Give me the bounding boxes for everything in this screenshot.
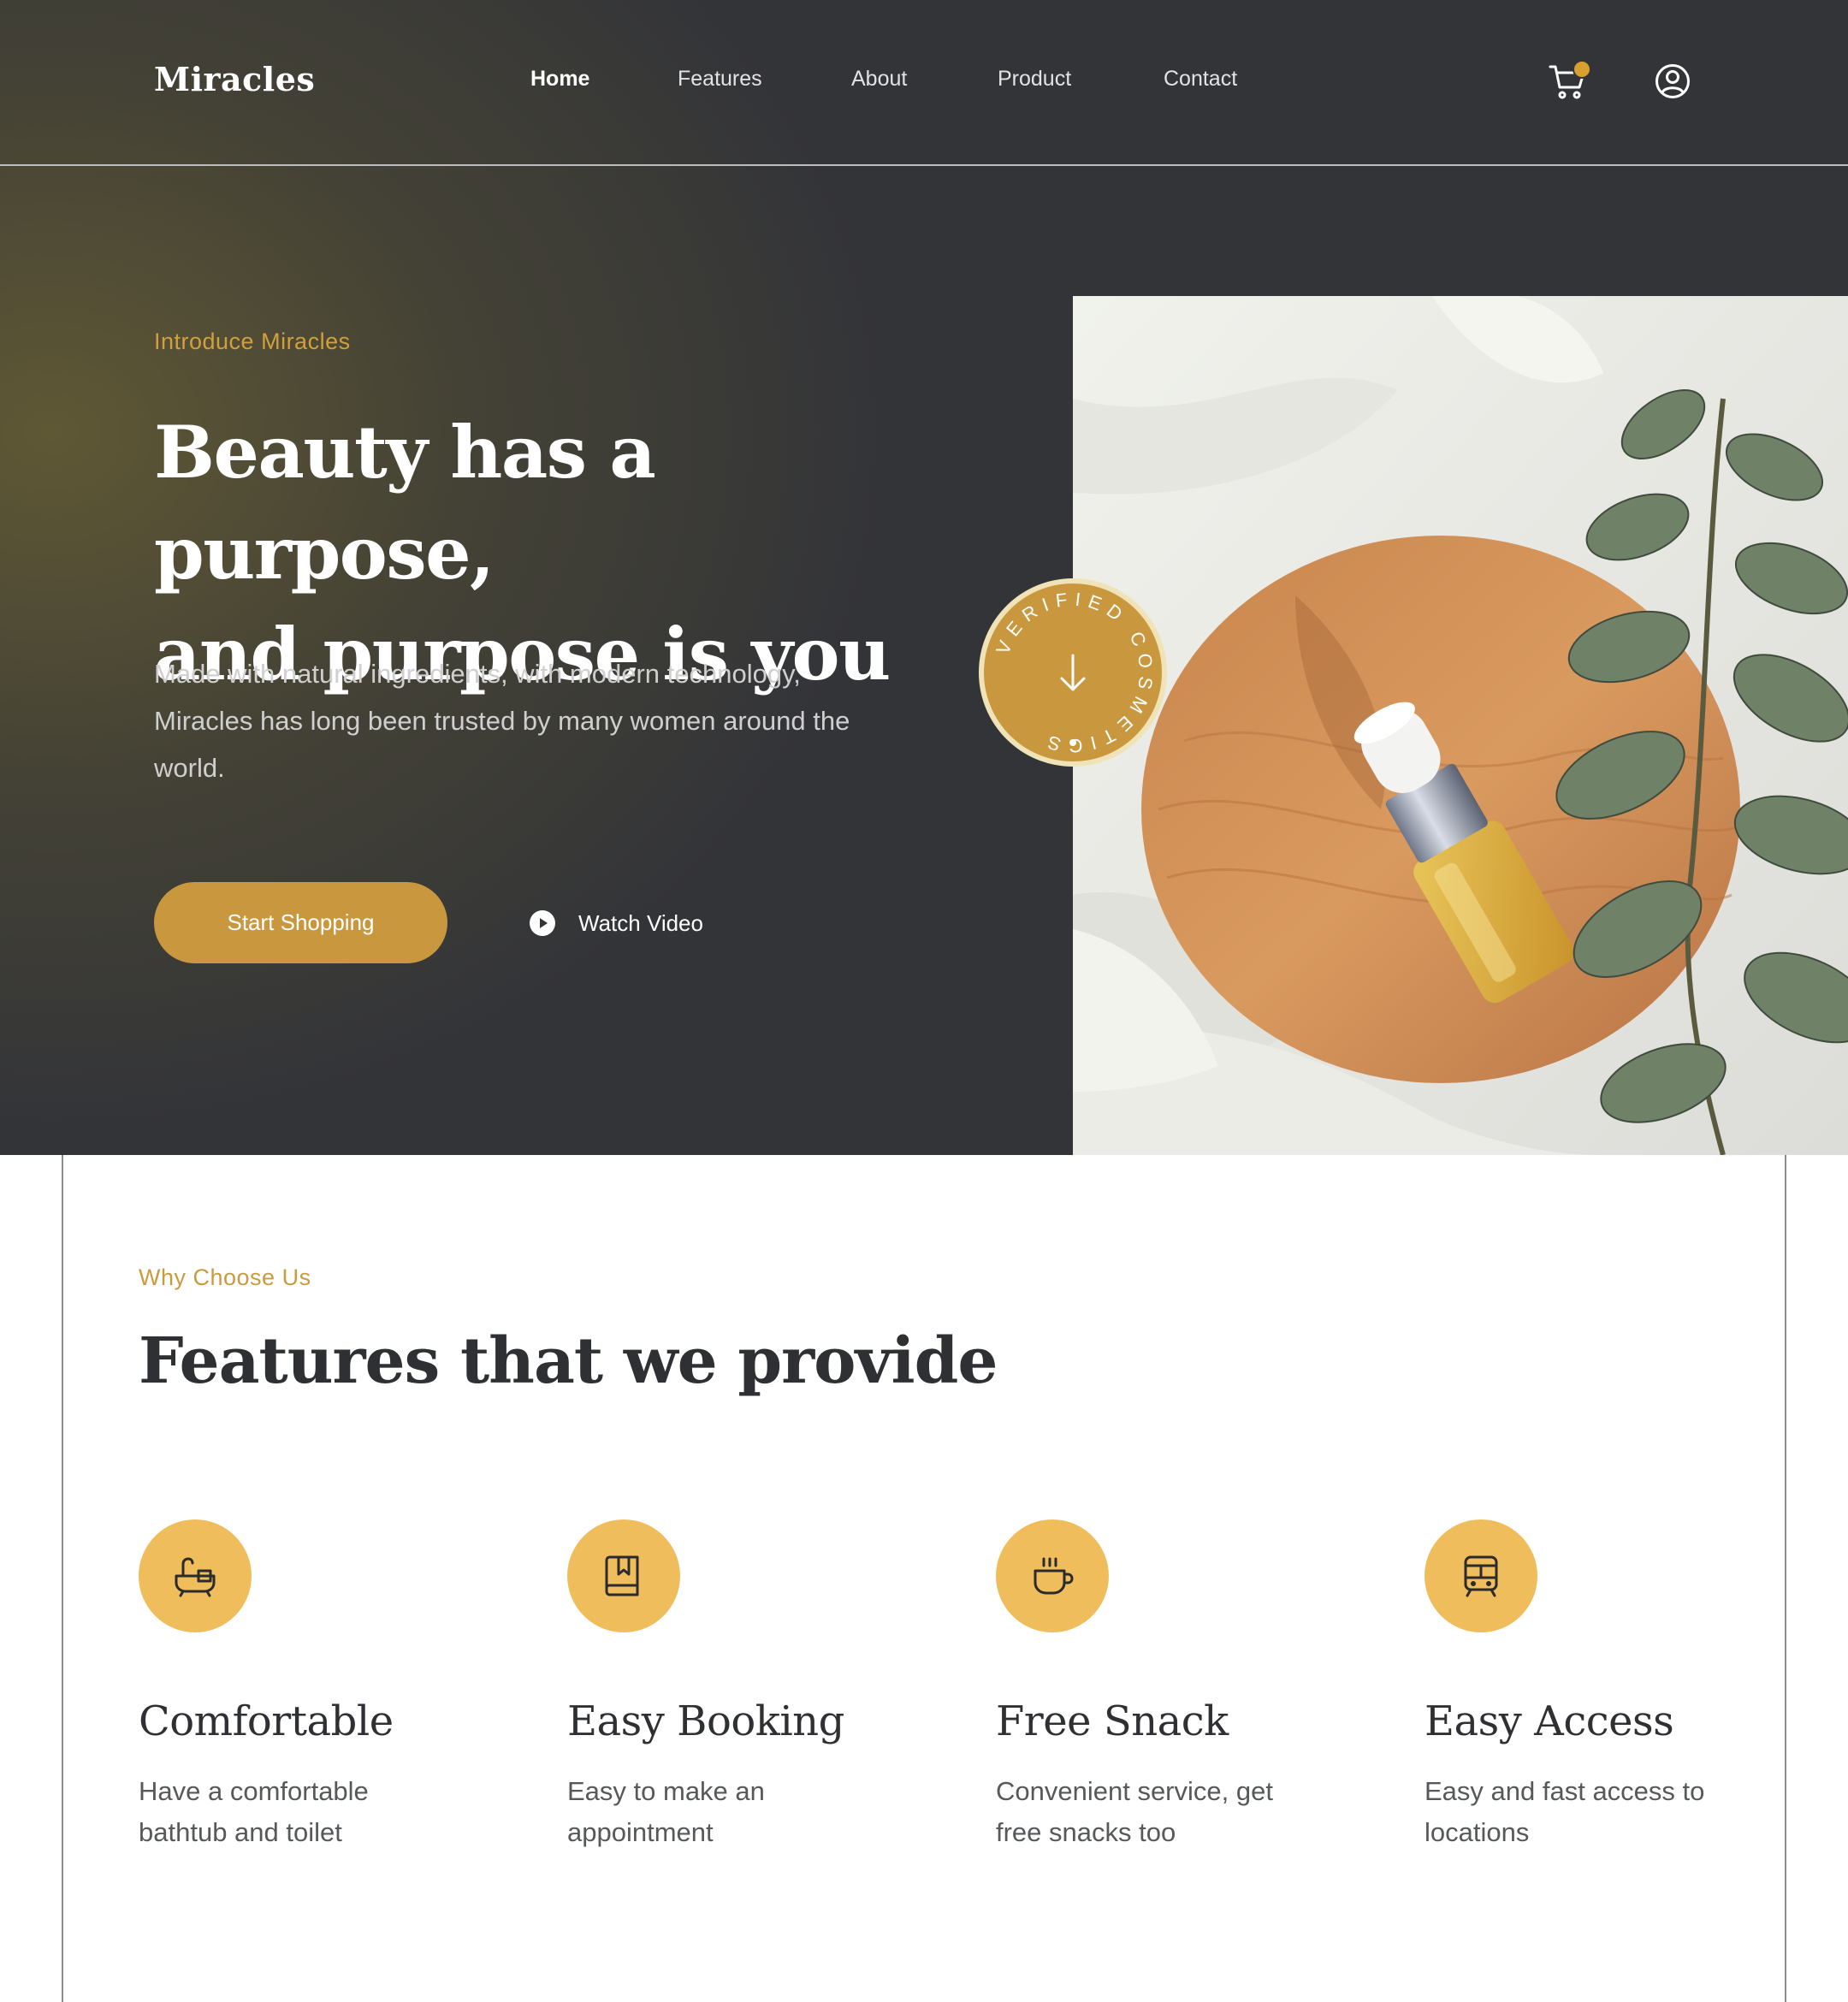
feature-card-free-snack: Free Snack Convenient service, get free …: [996, 1519, 1372, 1853]
feature-icon-circle: [1424, 1519, 1537, 1632]
user-icon: [1656, 64, 1690, 98]
hero-product-photo: [1073, 296, 1848, 1155]
nav-item-contact[interactable]: Contact: [1164, 67, 1237, 92]
book-icon: [605, 1555, 639, 1596]
feature-icon-circle: [996, 1519, 1109, 1632]
watch-video-label: Watch Video: [578, 909, 703, 936]
hero-description: Made with natural ingredients, with mode…: [154, 659, 850, 783]
cart-button[interactable]: [1549, 60, 1591, 101]
feature-title: Easy Booking: [567, 1697, 844, 1745]
nav-item-home[interactable]: Home: [530, 67, 589, 92]
features-title: Features that we provide: [139, 1324, 998, 1398]
nav-item-features[interactable]: Features: [678, 67, 762, 92]
feature-description: Easy to make an appointment: [567, 1776, 765, 1847]
verified-cosmetics-badge[interactable]: VERIFIED COSMETICS: [977, 577, 1169, 768]
hero-section: Miracles Home Features About Product Con…: [0, 0, 1848, 1155]
feature-description: Easy and fast access to locations: [1424, 1776, 1705, 1847]
serum-bottle-photo-illustration: [1073, 296, 1848, 1155]
feature-card-easy-access: Easy Access Easy and fast access to loca…: [1424, 1519, 1801, 1853]
frame-line-left: [62, 1155, 63, 2002]
coffee-cup-icon: [1034, 1557, 1074, 1595]
feature-icon-circle: [139, 1519, 252, 1632]
brand-logo[interactable]: Miracles: [154, 60, 315, 98]
bathtub-icon: [175, 1557, 216, 1597]
feature-card-comfortable: Comfortable Have a comfortable bathtub a…: [139, 1519, 515, 1853]
top-navigation: Miracles Home Features About Product Con…: [0, 0, 1848, 166]
play-icon: [530, 910, 555, 936]
feature-description: Have a comfortable bathtub and toilet: [139, 1776, 369, 1847]
cart-notification-dot: [1573, 60, 1591, 79]
feature-card-easy-booking: Easy Booking Easy to make an appointment: [567, 1519, 944, 1853]
nav-item-product[interactable]: Product: [998, 67, 1071, 92]
verified-badge-graphic: VERIFIED COSMETICS: [979, 578, 1167, 767]
train-icon: [1464, 1555, 1498, 1597]
feature-title: Comfortable: [139, 1697, 394, 1745]
feature-icon-circle: [567, 1519, 680, 1632]
watch-video-button[interactable]: Watch Video: [529, 907, 703, 939]
features-eyebrow: Why Choose Us: [139, 1265, 311, 1290]
feature-title: Free Snack: [996, 1697, 1229, 1745]
hero-title-line-1: Beauty has a purpose,: [154, 410, 656, 595]
account-button[interactable]: [1655, 63, 1691, 99]
feature-title: Easy Access: [1424, 1697, 1674, 1745]
hero-eyebrow: Introduce Miracles: [154, 329, 351, 354]
nav-item-about[interactable]: About: [851, 67, 907, 92]
feature-description: Convenient service, get free snacks too: [996, 1776, 1273, 1847]
start-shopping-button[interactable]: Start Shopping: [154, 882, 447, 963]
